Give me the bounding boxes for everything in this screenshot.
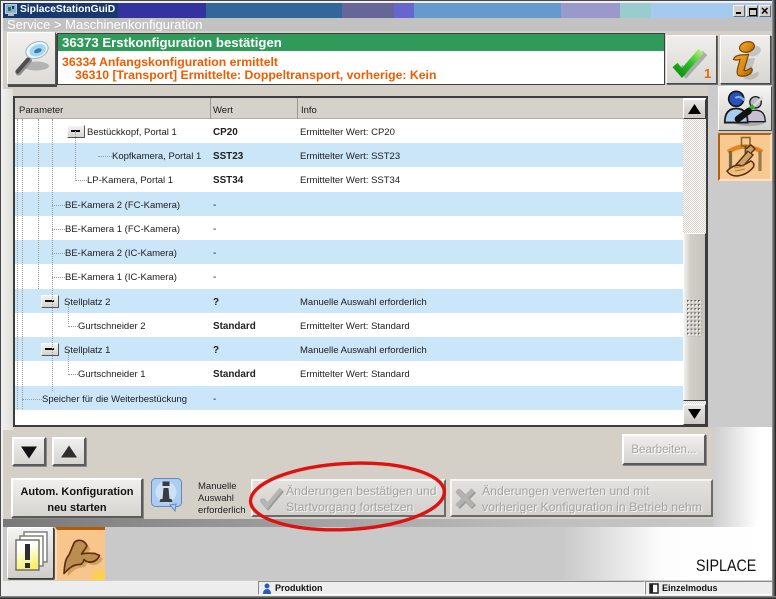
svg-text:1: 1 <box>704 66 711 81</box>
